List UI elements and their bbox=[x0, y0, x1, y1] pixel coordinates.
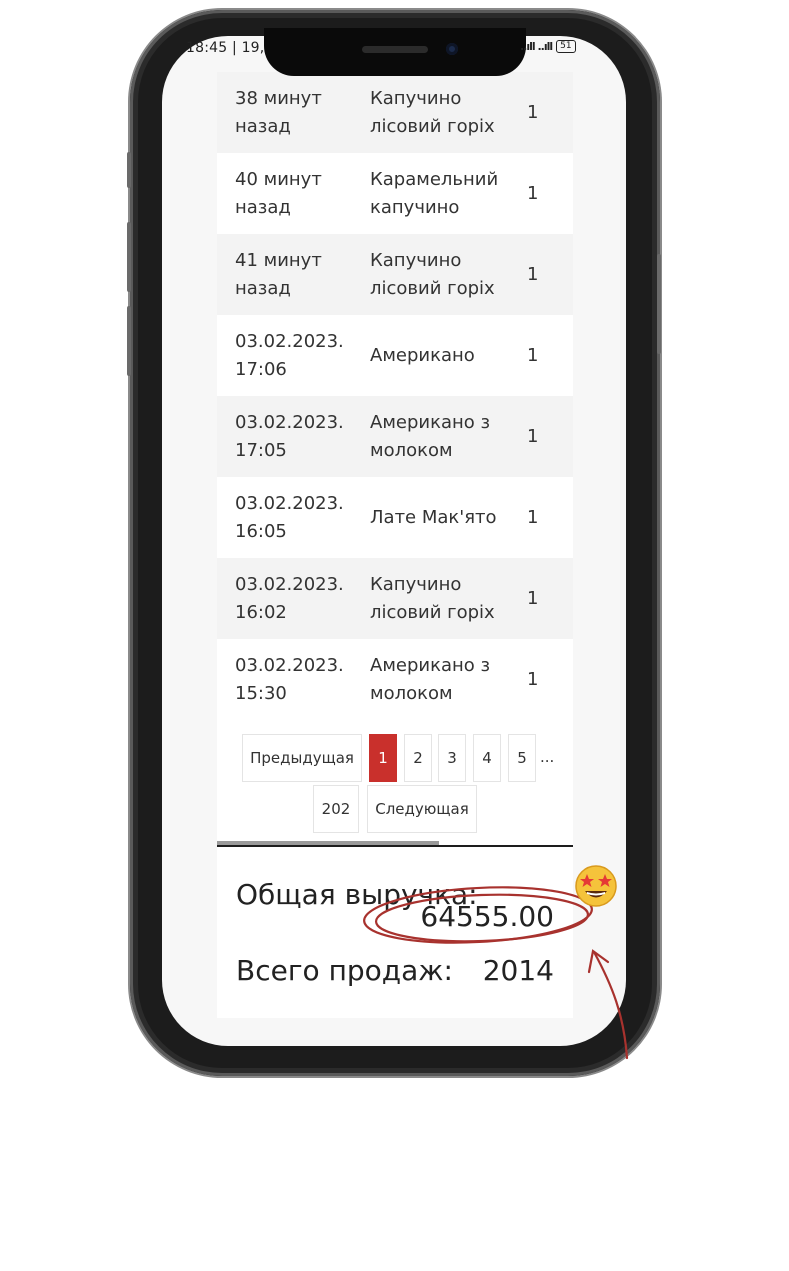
row-product: Капучино лісовий горіх bbox=[370, 87, 495, 137]
row-product: Капучино лісовий горіх bbox=[370, 573, 495, 623]
speaker-grille bbox=[362, 46, 428, 53]
section-divider bbox=[217, 845, 573, 847]
page-button-1[interactable]: 1 bbox=[369, 734, 397, 782]
row-time: 03.02.2023. 15:30 bbox=[235, 654, 344, 704]
row-product: Капучино лісовий горіх bbox=[370, 249, 495, 299]
table-row: 03.02.2023. 17:05 Американо з молоком 1 bbox=[217, 396, 573, 477]
star-struck-emoji-icon bbox=[575, 865, 617, 907]
page-button-last[interactable]: 202 bbox=[313, 785, 359, 833]
battery-icon: 51 bbox=[556, 40, 576, 53]
row-time: 03.02.2023. 17:05 bbox=[235, 411, 344, 461]
total-revenue-value: 64555.00 bbox=[420, 900, 554, 933]
row-quantity: 1 bbox=[527, 668, 539, 690]
table-row: 03.02.2023. 16:02 Капучино лісовий горіх… bbox=[217, 558, 573, 639]
previous-page-button[interactable]: Предыдущая bbox=[242, 734, 362, 782]
page-button-3[interactable]: 3 bbox=[438, 734, 466, 782]
row-time: 03.02.2023. 17:06 bbox=[235, 330, 344, 380]
phone-side-button-left-1 bbox=[127, 152, 131, 188]
page-button-2[interactable]: 2 bbox=[404, 734, 432, 782]
row-quantity: 1 bbox=[527, 425, 539, 447]
row-quantity: 1 bbox=[527, 506, 539, 528]
row-quantity: 1 bbox=[527, 263, 539, 285]
pagination-ellipsis: ... bbox=[540, 748, 555, 766]
page-button-4[interactable]: 4 bbox=[473, 734, 501, 782]
table-row: 03.02.2023. 17:06 Американо 1 bbox=[217, 315, 573, 396]
row-time: 03.02.2023. 16:02 bbox=[235, 573, 344, 623]
row-product: Лате Мак'ято bbox=[370, 506, 497, 528]
row-time: 41 минут назад bbox=[235, 249, 322, 299]
phone-side-button-right bbox=[657, 254, 661, 354]
phone-side-button-left-3 bbox=[127, 306, 131, 376]
table-row: 40 минут назад Карамельний капучино 1 bbox=[217, 153, 573, 234]
row-product: Американо з молоком bbox=[370, 411, 491, 461]
row-time: 38 минут назад bbox=[235, 87, 322, 137]
page-button-5[interactable]: 5 bbox=[508, 734, 536, 782]
phone-side-button-left-2 bbox=[127, 222, 131, 292]
row-time: 03.02.2023. 16:05 bbox=[235, 492, 344, 542]
row-quantity: 1 bbox=[527, 344, 539, 366]
row-time: 40 минут назад bbox=[235, 168, 322, 218]
row-quantity: 1 bbox=[527, 587, 539, 609]
row-product: Американо bbox=[370, 344, 475, 366]
table-row: 03.02.2023. 15:30 Американо з молоком 1 bbox=[217, 639, 573, 720]
signal-icon: ..ıll ..ıll bbox=[520, 40, 553, 53]
front-camera-icon bbox=[446, 43, 458, 55]
row-quantity: 1 bbox=[527, 182, 539, 204]
phone-notch bbox=[264, 28, 526, 76]
row-product: Карамельний капучино bbox=[370, 168, 499, 218]
sales-card: 38 минут назад Капучино лісовий горіх 1 … bbox=[217, 72, 573, 1018]
table-row: 03.02.2023. 16:05 Лате Мак'ято 1 bbox=[217, 477, 573, 558]
table-row: 38 минут назад Капучино лісовий горіх 1 bbox=[217, 72, 573, 153]
table-row: 41 минут назад Капучино лісовий горіх 1 bbox=[217, 234, 573, 315]
row-quantity: 1 bbox=[527, 101, 539, 123]
row-product: Американо з молоком bbox=[370, 654, 491, 704]
total-sales-label: Всего продаж: bbox=[236, 954, 453, 987]
status-indicators: ..ıll ..ıll 51 bbox=[520, 40, 576, 53]
status-time: 18:45 | 19,4 bbox=[186, 40, 274, 56]
next-page-button[interactable]: Следующая bbox=[367, 785, 477, 833]
total-sales-value: 2014 bbox=[482, 954, 554, 987]
